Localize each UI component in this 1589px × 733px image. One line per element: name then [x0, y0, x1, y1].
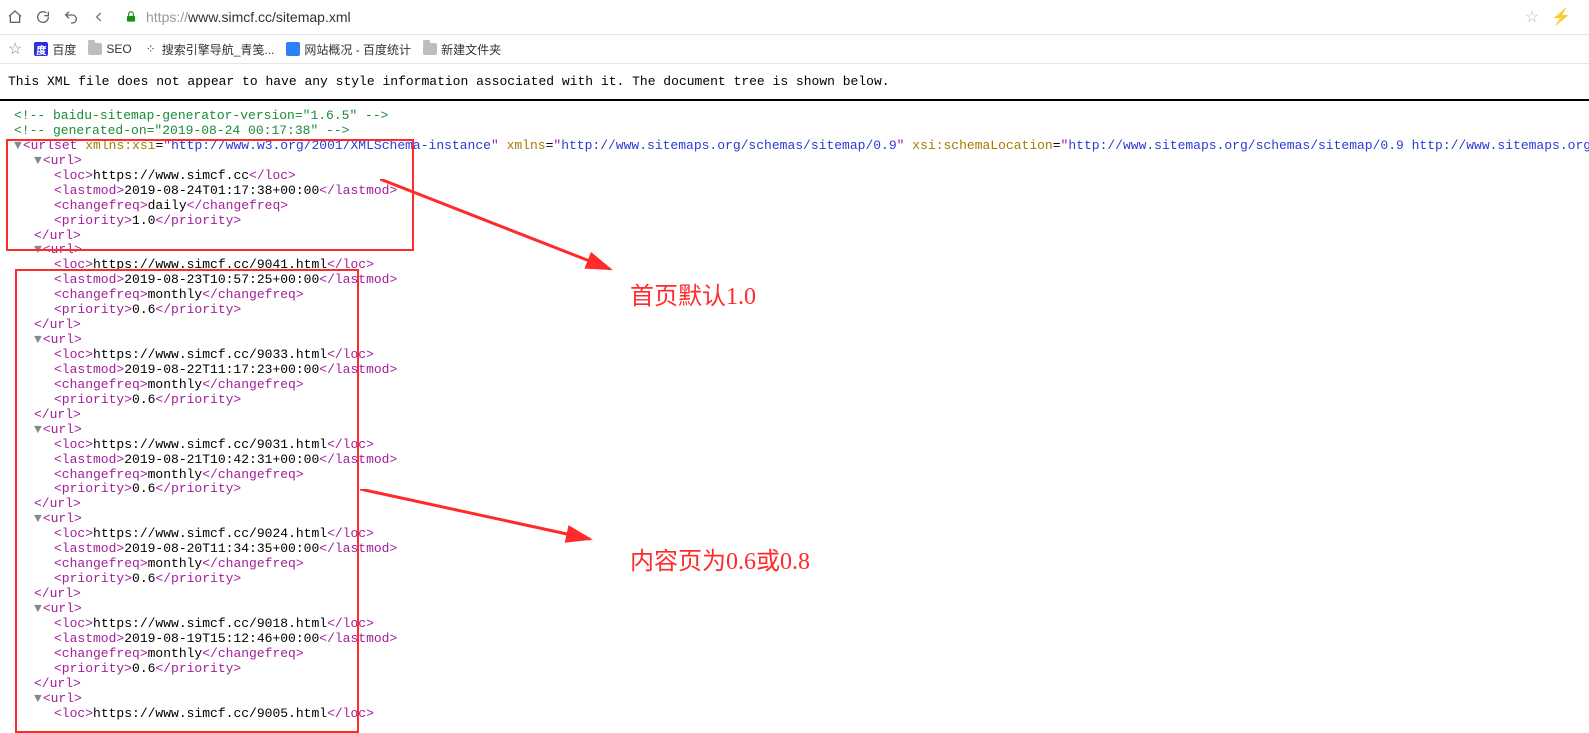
browser-toolbar: https://www.simcf.cc/sitemap.xml ☆ ⚡ — [0, 0, 1589, 35]
bookmark-label: 网站概况 - 百度统计 — [304, 41, 411, 58]
bookmark-stats[interactable]: 网站概况 - 百度统计 — [286, 41, 411, 58]
stat-icon — [286, 42, 300, 56]
annotation-text-top: 首页默认1.0 — [630, 284, 756, 312]
home-icon[interactable] — [6, 8, 24, 26]
undo-icon[interactable] — [62, 8, 80, 26]
xml-tree: <!-- baidu-sitemap-generator-version="1.… — [0, 109, 1589, 721]
extension-icon[interactable]: ⚡ — [1551, 7, 1571, 27]
bookmark-label: 百度 — [52, 41, 76, 58]
bookmark-label: 新建文件夹 — [441, 41, 501, 58]
lock-icon — [122, 8, 140, 26]
folder-icon — [88, 43, 102, 55]
back-icon[interactable] — [90, 8, 108, 26]
address-url: https://www.simcf.cc/sitemap.xml — [146, 9, 351, 25]
separator — [0, 99, 1589, 101]
bookmark-baidu[interactable]: 度百度 — [34, 41, 76, 58]
bookmark-label: 搜索引擎导航_青笺... — [162, 41, 275, 58]
xml-notice: This XML file does not appear to have an… — [0, 64, 1589, 97]
bookmark-new-folder[interactable]: 新建文件夹 — [423, 41, 501, 58]
address-bar[interactable]: https://www.simcf.cc/sitemap.xml — [118, 8, 1515, 26]
star-icon: ☆ — [8, 39, 22, 59]
bookmark-drops[interactable]: ⁘ 搜索引擎导航_青笺... — [144, 41, 275, 58]
folder-icon — [423, 43, 437, 55]
bookmark-seo[interactable]: SEO — [88, 42, 131, 56]
bookmark-label: SEO — [106, 42, 131, 56]
baidu-icon: 度 — [34, 42, 48, 56]
star-outline-icon[interactable]: ☆ — [1525, 7, 1539, 27]
bookmark-star[interactable]: ☆ — [8, 39, 22, 59]
bookmarks-bar: ☆ 度百度 SEO ⁘ 搜索引擎导航_青笺... 网站概况 - 百度统计 新建文件… — [0, 35, 1589, 64]
refresh-icon[interactable] — [34, 8, 52, 26]
toolbar-extras: ☆ ⚡ — [1525, 7, 1583, 27]
annotation-text-bottom: 内容页为0.6或0.8 — [630, 549, 810, 577]
drops-icon: ⁘ — [144, 42, 158, 56]
